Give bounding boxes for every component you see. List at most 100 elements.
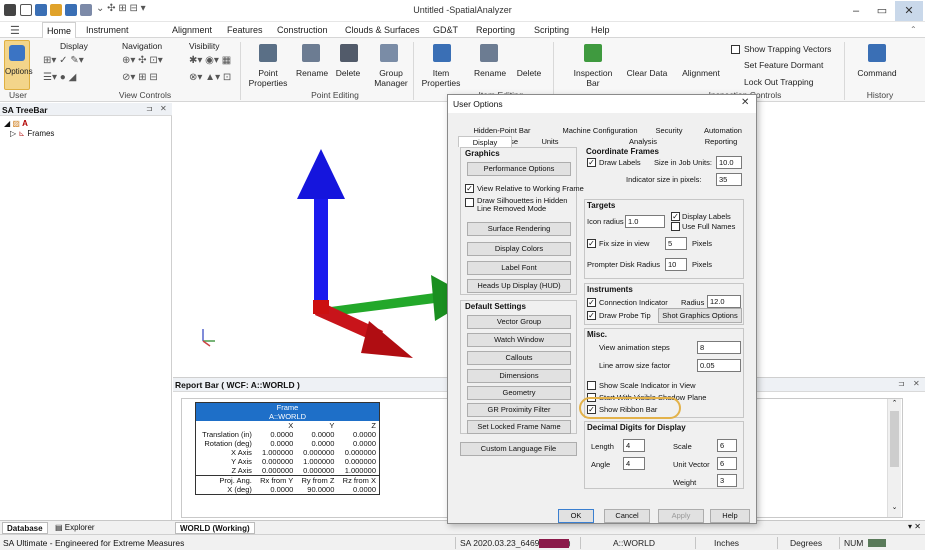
performance-options-button[interactable]: Performance Options xyxy=(467,162,571,176)
scale-input[interactable]: 6 xyxy=(717,439,737,452)
prompter-input[interactable]: 10 xyxy=(665,258,687,271)
close-panel-icon[interactable]: ▾ ✕ xyxy=(908,522,921,531)
watch-window-button[interactable]: Watch Window xyxy=(467,333,571,347)
command-button[interactable]: Command xyxy=(852,68,902,78)
tab-automation[interactable]: Automation xyxy=(698,125,748,136)
display-label: Display xyxy=(60,41,88,51)
tab-construction[interactable]: Construction xyxy=(277,25,328,35)
close-button[interactable]: ✕ xyxy=(895,1,923,21)
icon-radius-input[interactable]: 1.0 xyxy=(625,215,665,228)
tab-working[interactable]: WORLD (Working) xyxy=(175,522,255,534)
tab-scripting[interactable]: Scripting xyxy=(534,25,569,35)
close-panel-icon[interactable]: ✕ xyxy=(913,379,920,388)
tree-root[interactable]: ◢ ▨ A xyxy=(4,119,28,128)
cancel-button[interactable]: Cancel xyxy=(604,509,650,523)
clear-data-button[interactable]: Clear Data xyxy=(624,68,670,78)
delete-button[interactable]: Delete xyxy=(332,68,364,78)
display-labels-checkbox[interactable]: ✓ xyxy=(671,212,680,221)
label-font-button[interactable]: Label Font xyxy=(467,261,571,275)
navigation-tools-2[interactable]: ⊘▾ ⊞ ⊟ xyxy=(122,72,158,83)
close-panel-icon[interactable]: ✕ xyxy=(160,104,167,113)
geometry-button[interactable]: Geometry xyxy=(467,386,571,400)
maximize-button[interactable]: ▭ xyxy=(868,1,896,21)
custom-language-button[interactable]: Custom Language File xyxy=(460,442,577,456)
minimize-button[interactable]: – xyxy=(842,1,870,21)
locked-frame-button[interactable]: Set Locked Frame Name xyxy=(467,420,571,434)
tab-database[interactable]: Database xyxy=(2,522,48,534)
hud-button[interactable]: Heads Up Display (HUD) xyxy=(467,279,571,293)
pin-icon[interactable]: ⊐ xyxy=(898,379,905,388)
arrow-size-input[interactable]: 0.05 xyxy=(697,359,741,372)
scroll-up-icon[interactable]: ⌃ xyxy=(888,399,901,407)
draw-probe-checkbox[interactable]: ✓ xyxy=(587,311,596,320)
tab-hidden-point-bar[interactable]: Hidden-Point Bar Database xyxy=(458,125,546,146)
fix-size-input[interactable]: 5 xyxy=(665,237,687,250)
tab-display[interactable]: Display xyxy=(458,136,512,147)
group-manager-button[interactable]: Group Manager xyxy=(372,68,410,88)
navigation-tools[interactable]: ⊕▾ ✣ ⊡▾ xyxy=(122,55,163,66)
scroll-down-icon[interactable]: ⌄ xyxy=(888,503,901,511)
tab-gdt[interactable]: GD&T xyxy=(433,25,458,35)
pin-icon[interactable]: ⊐ xyxy=(146,104,153,113)
tab-alignment[interactable]: Alignment xyxy=(172,25,212,35)
angle-input[interactable]: 4 xyxy=(623,457,645,470)
ok-button[interactable]: OK xyxy=(558,509,594,523)
apply-button[interactable]: Apply xyxy=(658,509,704,523)
file-menu-icon[interactable]: ☰ xyxy=(10,24,20,37)
animation-steps-input[interactable]: 8 xyxy=(697,341,741,354)
tab-explorer[interactable]: ▤ Explorer xyxy=(55,523,95,532)
callouts-button[interactable]: Callouts xyxy=(467,351,571,365)
dialog-close-button[interactable]: ✕ xyxy=(741,97,749,108)
set-dormant-button[interactable]: Set Feature Dormant xyxy=(744,60,823,70)
display-tools[interactable]: ⊞▾ ✓ ✎▾ xyxy=(43,55,84,66)
tab-units[interactable]: Units xyxy=(530,136,570,147)
item-rename-button[interactable]: Rename xyxy=(474,68,506,78)
dimensions-button[interactable]: Dimensions xyxy=(467,369,571,383)
view-relative-checkbox[interactable]: ✓ xyxy=(465,184,474,193)
connection-indicator-checkbox[interactable]: ✓ xyxy=(587,298,596,307)
indicator-size-input[interactable]: 35 xyxy=(716,173,742,186)
item-properties-button[interactable]: Item Properties xyxy=(419,68,463,88)
alignment-button[interactable]: Alignment xyxy=(678,68,724,78)
point-properties-button[interactable]: Point Properties xyxy=(246,68,290,88)
tab-machine-config[interactable]: Machine Configuration xyxy=(560,125,640,136)
options-button[interactable]: Options xyxy=(4,40,33,90)
surface-rendering-button[interactable]: Surface Rendering xyxy=(467,222,571,236)
shot-graphics-button[interactable]: Shot Graphics Options xyxy=(658,308,742,323)
tree-frames[interactable]: ▷ ⊾ Frames xyxy=(10,129,54,138)
vector-group-button[interactable]: Vector Group xyxy=(467,315,571,329)
collapse-ribbon-icon[interactable]: ⌃ xyxy=(910,25,917,34)
tab-reporting[interactable]: Reporting xyxy=(694,136,748,147)
tab-reporting[interactable]: Reporting xyxy=(476,25,515,35)
tab-help[interactable]: Help xyxy=(591,25,610,35)
display-tools-2[interactable]: ☰▾ ● ◢ xyxy=(43,72,76,83)
tab-security[interactable]: Security xyxy=(648,125,690,136)
tab-clouds-surfaces[interactable]: Clouds & Surfaces xyxy=(345,25,420,35)
item-delete-button[interactable]: Delete xyxy=(513,68,545,78)
full-names-checkbox[interactable] xyxy=(671,222,680,231)
tab-analysis[interactable]: Analysis xyxy=(618,136,668,147)
radius-input[interactable]: 12.0 xyxy=(707,295,741,308)
rename-button[interactable]: Rename xyxy=(296,68,328,78)
size-job-units-input[interactable]: 10.0 xyxy=(716,156,742,169)
scale-indicator-checkbox[interactable] xyxy=(587,381,596,390)
draw-labels-checkbox[interactable]: ✓ xyxy=(587,158,596,167)
display-colors-button[interactable]: Display Colors xyxy=(467,242,571,256)
report-scrollbar[interactable]: ⌃ ⌄ xyxy=(887,399,901,517)
scroll-thumb[interactable] xyxy=(890,411,899,467)
show-trapping-checkbox[interactable] xyxy=(731,45,740,54)
unit-vector-input[interactable]: 6 xyxy=(717,457,737,470)
draw-silhouettes-checkbox[interactable] xyxy=(465,198,474,207)
lock-trapping-button[interactable]: Lock Out Trapping xyxy=(744,77,813,87)
visibility-tools-2[interactable]: ⊗▾ ▲▾ ⊡ xyxy=(189,72,231,83)
length-input[interactable]: 4 xyxy=(623,439,645,452)
tab-instrument[interactable]: Instrument xyxy=(86,25,129,35)
tab-home[interactable]: Home xyxy=(42,22,76,39)
inspection-bar-button[interactable]: Inspection Bar xyxy=(572,68,614,88)
help-button[interactable]: Help xyxy=(710,509,750,523)
gr-proximity-button[interactable]: GR Proximity Filter xyxy=(467,403,571,417)
tab-features[interactable]: Features xyxy=(227,25,263,35)
fix-size-checkbox[interactable]: ✓ xyxy=(587,239,596,248)
weight-input[interactable]: 3 xyxy=(717,474,737,487)
visibility-tools[interactable]: ✱▾ ◉▾ ▦ xyxy=(189,55,231,66)
